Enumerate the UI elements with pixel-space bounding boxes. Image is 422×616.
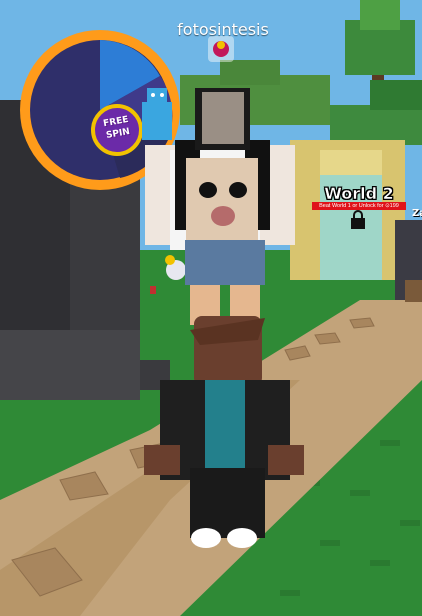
world2-gate: [290, 140, 405, 280]
game-scene: [0, 0, 422, 616]
right-npc: [395, 220, 422, 302]
world-title: World 2: [324, 184, 394, 204]
world-unlock-text: Beat World 1 or Unlock for ⊙199: [312, 202, 406, 210]
player-name: fotosintesis: [177, 20, 269, 39]
world-unlock-price: 199: [389, 203, 399, 209]
world-unlock-label: Beat World 1 or Unlock for: [319, 203, 384, 209]
player-badge-icon: [208, 36, 234, 62]
edge-label: Za: [412, 208, 422, 219]
